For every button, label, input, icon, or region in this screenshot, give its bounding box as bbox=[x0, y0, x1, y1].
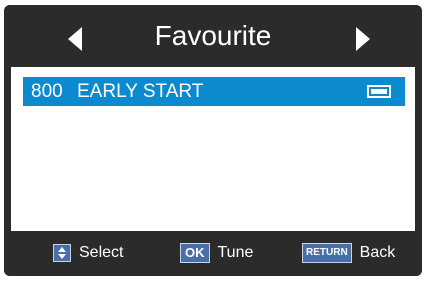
favourite-panel: Favourite 800 EARLY START Select OK Tune… bbox=[4, 5, 422, 276]
select-label: Select bbox=[79, 244, 124, 261]
return-key[interactable]: RETURN bbox=[302, 243, 352, 263]
tune-hint: OK Tune bbox=[180, 242, 253, 264]
back-label: Back bbox=[359, 244, 396, 261]
ok-key[interactable]: OK bbox=[180, 243, 210, 263]
channel-list: 800 EARLY START bbox=[11, 67, 415, 231]
channel-number: 800 bbox=[31, 81, 63, 102]
tv-icon bbox=[367, 85, 391, 98]
tune-label: Tune bbox=[217, 244, 254, 261]
up-down-icon bbox=[53, 244, 71, 262]
channel-name: EARLY START bbox=[77, 81, 204, 102]
back-hint: RETURN Back bbox=[302, 242, 395, 264]
select-hint: Select bbox=[53, 242, 123, 264]
footer-bar: Select OK Tune RETURN Back bbox=[4, 231, 422, 276]
header-bar: Favourite bbox=[4, 5, 422, 67]
triangle-right-icon[interactable] bbox=[356, 27, 370, 51]
channel-row[interactable]: 800 EARLY START bbox=[23, 77, 405, 106]
